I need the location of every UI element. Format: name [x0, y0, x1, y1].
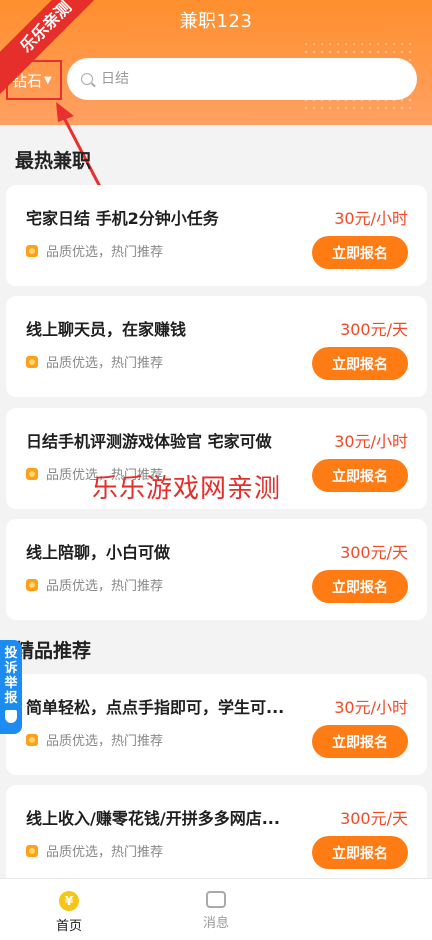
watermark-text: 乐乐游戏网亲测 — [92, 474, 282, 504]
job-title: 线上聊天员，在家赚钱 — [26, 320, 187, 339]
job-title: 简单轻松，点点手指即可，学生可... — [26, 698, 285, 717]
apply-button[interactable]: 立即报名 — [312, 236, 408, 269]
caret-down-icon: ▼ — [44, 74, 52, 86]
apply-button[interactable]: 立即报名 — [312, 459, 408, 492]
tab-messages-label: 消息 — [202, 916, 229, 931]
job-tag: 品质优选，热门推荐 — [26, 241, 163, 260]
search-icon — [81, 73, 93, 85]
thumbs-up-icon — [26, 733, 38, 746]
job-card[interactable]: 线上陪聊，小白可做 300元/天 品质优选，热门推荐 立即报名 — [6, 519, 427, 620]
tab-home-label: 首页 — [55, 919, 82, 934]
shield-icon — [5, 710, 17, 723]
bottom-tab-bar: ¥ 首页 消息 — [0, 878, 432, 940]
section-title-hot: 最热兼职 — [15, 150, 92, 172]
job-tag: 品质优选，热门推荐 — [26, 352, 163, 371]
job-salary: 30元/小时 — [334, 432, 408, 451]
job-title: 线上陪聊，小白可做 — [26, 543, 171, 562]
job-tag-text: 品质优选，热门推荐 — [46, 245, 164, 260]
apply-button[interactable]: 立即报名 — [312, 725, 408, 758]
job-title: 日结手机评测游戏体验官 宅家可做 — [26, 432, 272, 451]
job-salary: 30元/小时 — [334, 698, 408, 717]
job-tag: 品质优选，热门推荐 — [26, 730, 163, 749]
job-tag-text: 品质优选，热门推荐 — [46, 579, 164, 594]
tab-messages[interactable]: 消息 — [186, 891, 246, 931]
search-bar[interactable] — [67, 58, 417, 100]
thumbs-up-icon — [26, 467, 38, 480]
tab-home[interactable]: ¥ 首页 — [39, 891, 99, 934]
apply-button[interactable]: 立即报名 — [312, 347, 408, 380]
thumbs-up-icon — [26, 244, 38, 257]
thumbs-up-icon — [26, 355, 38, 368]
job-salary: 300元/天 — [340, 543, 408, 562]
job-title: 宅家日结 手机2分钟小任务 — [26, 209, 219, 228]
job-tag-text: 品质优选，热门推荐 — [46, 734, 164, 749]
apply-button[interactable]: 立即报名 — [312, 570, 408, 603]
apply-button[interactable]: 立即报名 — [312, 836, 408, 869]
job-tag-text: 品质优选，热门推荐 — [46, 845, 164, 860]
job-card[interactable]: 简单轻松，点点手指即可，学生可... 30元/小时 品质优选，热门推荐 立即报名 — [6, 674, 427, 775]
job-tag-text: 品质优选，热门推荐 — [46, 356, 164, 371]
job-card[interactable]: 线上收入/赚零花钱/开拼多多网店... 300元/天 品质优选，热门推荐 立即报… — [6, 785, 427, 886]
message-icon — [206, 891, 226, 908]
job-tag: 品质优选，热门推荐 — [26, 841, 163, 860]
job-title: 线上收入/赚零花钱/开拼多多网店... — [26, 809, 280, 828]
thumbs-up-icon — [26, 844, 38, 857]
job-card[interactable]: 宅家日结 手机2分钟小任务 30元/小时 品质优选，热门推荐 立即报名 — [6, 185, 427, 286]
job-tag: 品质优选，热门推荐 — [26, 575, 163, 594]
report-label: 投诉举报 — [4, 646, 18, 706]
thumbs-up-icon — [26, 578, 38, 591]
search-input[interactable] — [101, 71, 361, 87]
yen-coin-icon: ¥ — [59, 891, 79, 911]
job-card[interactable]: 线上聊天员，在家赚钱 300元/天 品质优选，热门推荐 立即报名 — [6, 296, 427, 397]
section-title-featured: 精品推荐 — [15, 640, 92, 662]
job-salary: 300元/天 — [340, 809, 408, 828]
report-button[interactable]: 投诉举报 — [0, 640, 22, 734]
job-salary: 300元/天 — [340, 320, 408, 339]
job-salary: 30元/小时 — [334, 209, 408, 228]
